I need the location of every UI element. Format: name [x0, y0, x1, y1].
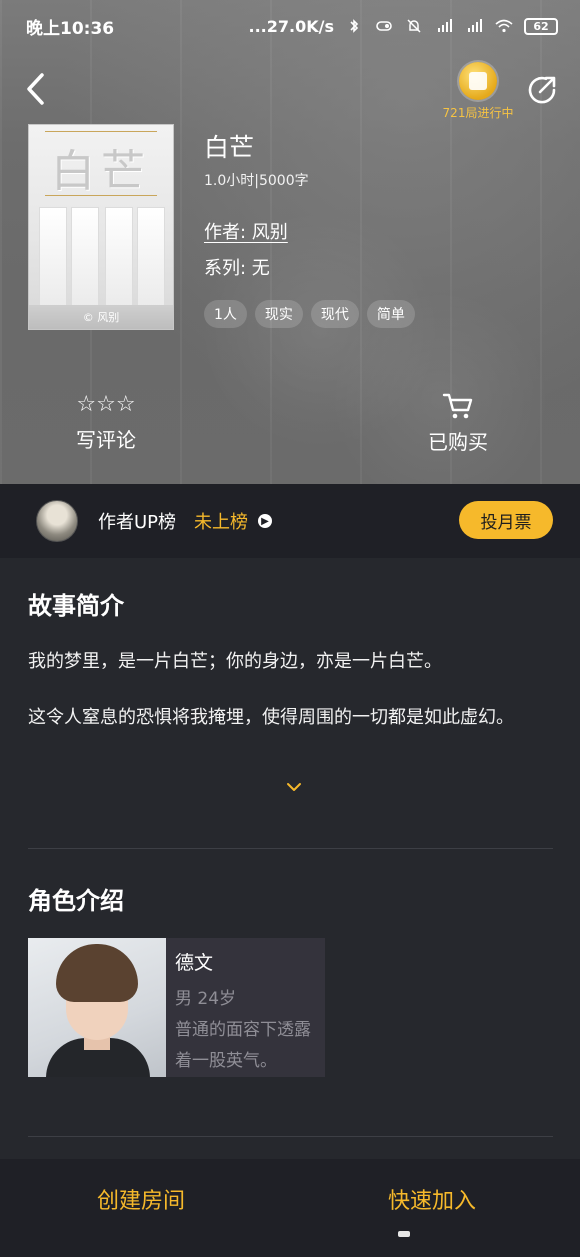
cover-panel [39, 207, 67, 317]
character-card[interactable]: 德文 男 24岁 普通的面容下透露着一股英气。 [28, 938, 325, 1077]
cover-decoration [45, 195, 157, 196]
tag[interactable]: 现实 [254, 300, 303, 328]
vibrate-icon [376, 21, 392, 31]
bottom-action-bar: 创建房间 快速加入 [0, 1159, 580, 1257]
character-description: 普通的面容下透露着一股英气。 [175, 1020, 311, 1071]
home-indicator [398, 1231, 410, 1237]
ongoing-games-button[interactable]: 721局进行中 [438, 62, 518, 122]
signal-icon [468, 19, 482, 32]
wifi-icon [495, 19, 513, 33]
game-coin-icon [459, 62, 497, 100]
expand-chevron-icon[interactable] [285, 780, 303, 794]
star-rating-icon: ☆☆☆ [76, 392, 136, 417]
hd-signal-icon [438, 19, 452, 32]
character-info: 德文 男 24岁 普通的面容下透露着一股英气。 [166, 938, 325, 1077]
share-icon[interactable] [524, 72, 560, 108]
cover-panel [137, 207, 165, 317]
cover-panel [71, 207, 99, 317]
author-avatar [36, 500, 78, 542]
cover-panel [105, 207, 133, 317]
author-link[interactable]: 作者: 风别 [204, 218, 544, 244]
back-icon[interactable] [22, 70, 52, 108]
create-room-button[interactable]: 创建房间 [97, 1183, 185, 1215]
write-review-button[interactable]: ☆☆☆ 写评论 [76, 392, 136, 453]
chevron-right-icon: ▶ [258, 514, 273, 528]
story-section-title: 故事简介 [28, 592, 124, 620]
character-meta: 男 24岁 [175, 989, 237, 1009]
tag[interactable]: 1人 [204, 300, 247, 328]
purchased-label: 已购买 [428, 430, 488, 454]
book-cover[interactable]: 白芒 © 风别 [28, 124, 174, 330]
purchased-button[interactable]: 已购买 [428, 392, 488, 455]
cart-icon [442, 393, 473, 419]
cover-title: 白芒 [51, 146, 151, 197]
status-icons: ...27.0K/s 62 [249, 17, 558, 36]
quick-join-button[interactable]: 快速加入 [388, 1183, 476, 1215]
tag[interactable]: 现代 [310, 300, 359, 328]
status-bar: 晚上10:36 ...27.0K/s 62 [0, 0, 580, 52]
divider [28, 848, 553, 849]
book-meta: 1.0小时|5000字 [204, 173, 309, 189]
tag-list: 1人 现实 现代 简单 [204, 300, 544, 328]
monthly-vote-button[interactable]: 投月票 [459, 501, 553, 539]
story-paragraph: 这令人窒息的恐惧将我掩埋，使得周围的一切都是如此虚幻。 [28, 707, 514, 728]
bluetooth-icon [350, 19, 359, 33]
book-title: 白芒 [204, 133, 255, 162]
portrait-hair [56, 944, 138, 1002]
status-time: 晚上10:36 [26, 18, 115, 39]
up-rank-label: 作者UP榜 [98, 512, 177, 533]
cover-decoration [45, 131, 157, 132]
divider [28, 1136, 553, 1137]
tag[interactable]: 简单 [366, 300, 415, 328]
write-review-label: 写评论 [76, 428, 136, 452]
ongoing-games-label: 721局进行中 [442, 106, 514, 120]
book-info: 白芒 1.0小时|5000字 作者: 风别 系列: 无 1人 现实 现代 简单 [204, 132, 544, 328]
network-speed: ...27.0K/s [248, 16, 334, 36]
story-paragraph: 我的梦里，是一片白芒；你的身边，亦是一片白芒。 [28, 651, 442, 672]
mute-bell-icon [407, 19, 421, 33]
character-portrait [28, 938, 166, 1077]
up-rank-status: 未上榜 [194, 512, 249, 533]
character-name: 德文 [175, 952, 214, 974]
series-label: 系列: 无 [204, 258, 270, 279]
characters-section-title: 角色介绍 [28, 887, 124, 915]
battery-indicator: 62 [524, 17, 558, 35]
cover-credit: © 风别 [82, 311, 120, 324]
